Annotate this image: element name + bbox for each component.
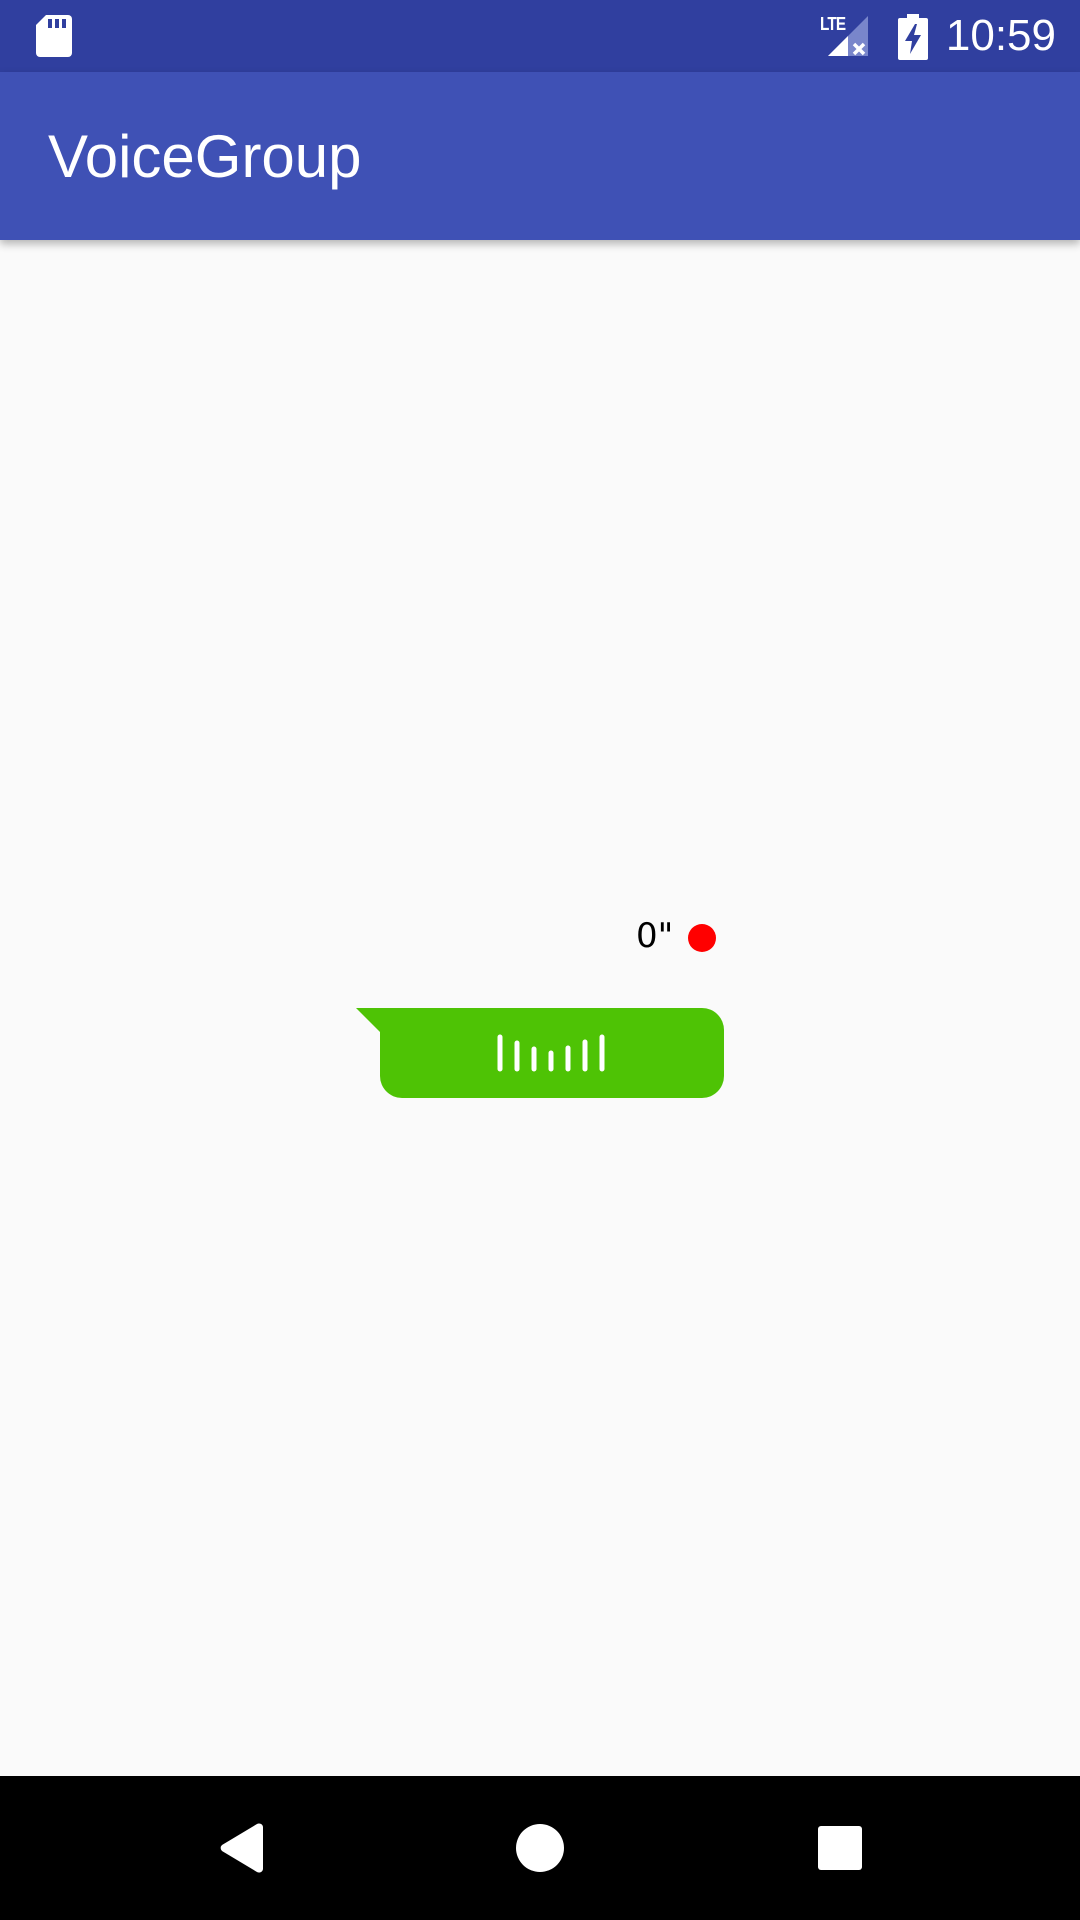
voice-wave-icon [497,1034,605,1072]
status-time: 10:59 [945,11,1056,60]
back-icon [220,1823,263,1873]
bubble-body [380,1008,724,1098]
back-button[interactable] [190,1800,290,1896]
battery-charging-icon [898,14,928,60]
message-list: 0" [0,240,1080,1776]
page-title: VoiceGroup [48,123,362,190]
recents-button[interactable] [790,1800,890,1896]
home-icon [516,1824,564,1872]
sd-card-icon [36,15,72,57]
signal-no-service-icon [828,16,868,56]
voice-message-bubble[interactable] [356,1008,724,1098]
status-bar: LTE 10:59 [0,0,1080,72]
app-bar: VoiceGroup [0,72,1080,240]
voice-duration-label: 0" [636,916,674,956]
navigation-bar [0,1776,1080,1920]
unread-indicator [688,924,716,952]
home-button[interactable] [490,1800,590,1896]
bubble-tail [356,1008,382,1034]
recents-icon [818,1826,862,1870]
